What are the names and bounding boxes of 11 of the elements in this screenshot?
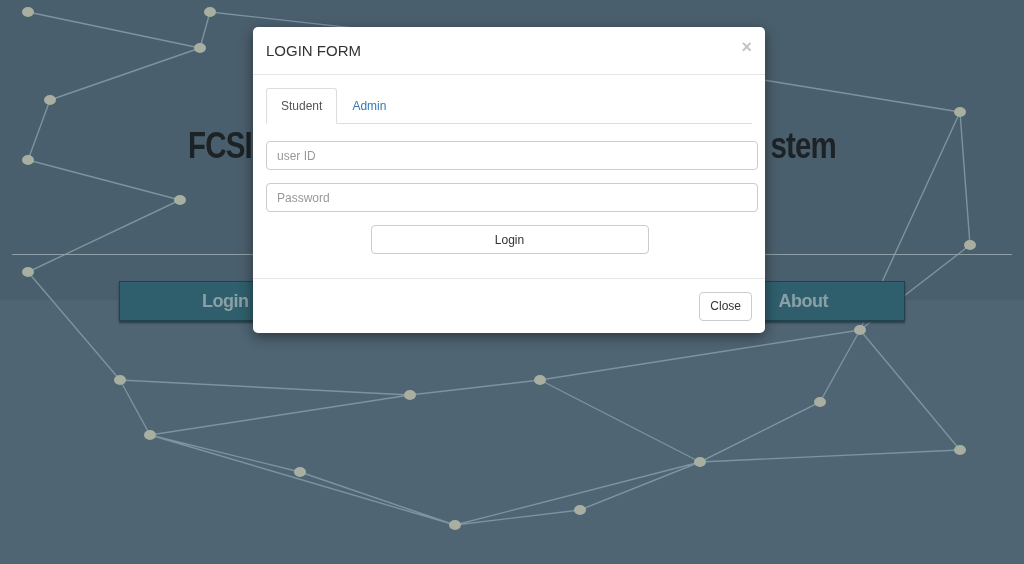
close-button[interactable]: Close	[699, 291, 752, 321]
dialog-title: LOGIN FORM	[266, 42, 361, 59]
tab[interactable]: Student	[266, 88, 338, 124]
page-title: FCSI	[188, 124, 252, 168]
page-title: stem	[770, 124, 836, 168]
tab[interactable]: Admin	[337, 88, 402, 124]
nav-link[interactable]: About	[778, 290, 828, 312]
login-button[interactable]: Login	[370, 225, 649, 254]
nav-link[interactable]: Login	[202, 290, 249, 312]
input-field[interactable]: user ID	[266, 141, 758, 170]
input-field[interactable]: Password	[266, 183, 758, 212]
